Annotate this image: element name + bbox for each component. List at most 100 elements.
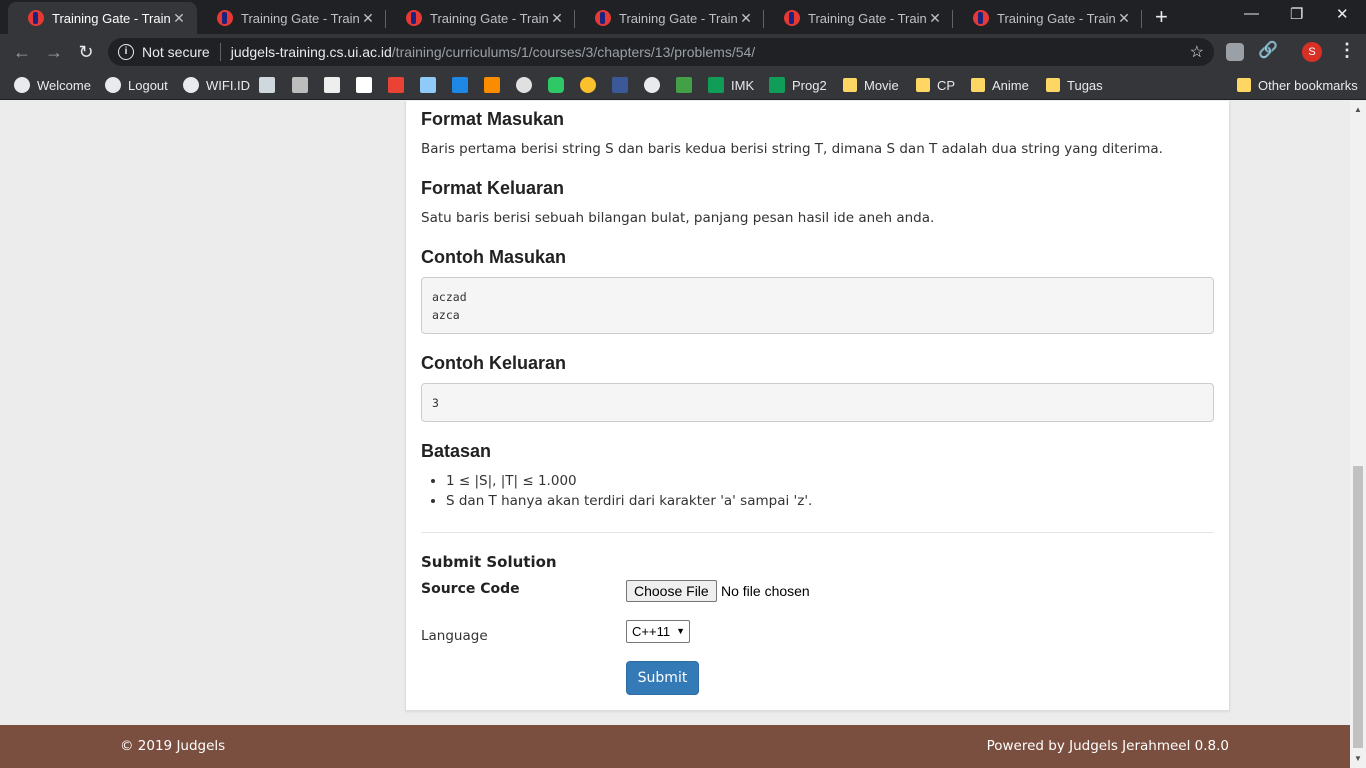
submit-heading: Submit Solution	[421, 553, 557, 571]
minimize-icon[interactable]: —	[1244, 5, 1259, 22]
browser-tab[interactable]: Training Gate - Training ✕	[197, 2, 386, 34]
bookmark-facebook[interactable]	[612, 76, 635, 94]
close-tab-icon[interactable]: ✕	[360, 10, 376, 27]
bookmark-label: WIFI.ID	[206, 77, 251, 93]
bookmark-site-6[interactable]	[420, 76, 443, 94]
footer-powered-by: Powered by Judgels Jerahmeel 0.8.0	[986, 738, 1229, 754]
restore-icon[interactable]: ❐	[1290, 5, 1303, 23]
menu-icon[interactable]: ⋮	[1338, 40, 1356, 61]
constraint-item: 1 ≤ |S|, |T| ≤ 1.000	[446, 471, 812, 491]
scroll-down-icon[interactable]: ▼	[1354, 754, 1362, 763]
folder-icon	[843, 78, 857, 92]
bookmark-site-7[interactable]	[452, 76, 475, 94]
link-extension-icon[interactable]: 🔗	[1258, 40, 1278, 59]
choose-file-button[interactable]: Choose File	[626, 580, 717, 602]
bookmark-hackerrank[interactable]	[548, 76, 571, 94]
scroll-up-icon[interactable]: ▲	[1354, 105, 1362, 114]
output-format-text: Satu baris berisi sebuah bilangan bulat,…	[421, 210, 935, 226]
code-icon	[676, 77, 692, 93]
close-tab-icon[interactable]: ✕	[1116, 10, 1132, 27]
tab-title: Training Gate - Training	[808, 10, 927, 26]
sheets-icon	[708, 77, 724, 93]
site-icon	[644, 77, 660, 93]
browser-tab[interactable]: Training Gate - Training ✕	[953, 2, 1142, 34]
tab-title: Training Gate - Training	[241, 10, 360, 26]
bookmark-folder-cp[interactable]: CP	[916, 76, 955, 94]
bookmark-site-13[interactable]	[644, 76, 667, 94]
site-favicon-icon	[973, 10, 989, 26]
info-icon[interactable]: i	[118, 44, 134, 60]
reload-icon[interactable]: ↻	[74, 40, 98, 64]
tab-title: Training Gate - Training	[997, 10, 1116, 26]
browser-toolbar: ← → ↻ i Not secure judgels-training.cs.u…	[0, 34, 1366, 70]
globe-icon	[105, 77, 121, 93]
bookmark-trophy[interactable]	[580, 76, 603, 94]
new-tab-button[interactable]: +	[1155, 6, 1168, 28]
forward-icon[interactable]: →	[42, 40, 66, 64]
bookmark-site-3[interactable]	[324, 76, 347, 94]
tab-title: Training Gate - Training	[430, 10, 549, 26]
language-label: Language	[421, 628, 488, 644]
site-icon	[420, 77, 436, 93]
bookmark-folder-tugas[interactable]: Tugas	[1046, 76, 1103, 94]
site-icon	[484, 77, 500, 93]
bookmark-label: Welcome	[37, 77, 91, 93]
bookmark-wifi[interactable]: WIFI.ID	[183, 76, 250, 94]
site-icon	[292, 77, 308, 93]
site-icon	[452, 77, 468, 93]
close-window-icon[interactable]: ✕	[1336, 5, 1349, 23]
folder-icon	[1046, 78, 1060, 92]
folder-icon	[916, 78, 930, 92]
scrollbar-thumb[interactable]	[1353, 466, 1363, 748]
close-tab-icon[interactable]: ✕	[549, 10, 565, 27]
bookmark-label: Prog2	[792, 77, 827, 93]
bookmark-prog2[interactable]: Prog2	[769, 76, 827, 94]
sheets-icon	[769, 77, 785, 93]
facebook-icon	[612, 77, 628, 93]
language-value: C++11	[632, 624, 671, 639]
browser-tab[interactable]: Training Gate - Training ✕	[764, 2, 953, 34]
folder-icon	[971, 78, 985, 92]
bookmark-medium[interactable]	[356, 76, 379, 94]
extension-chat-icon[interactable]	[1226, 43, 1244, 61]
bookmark-folder-movie[interactable]: Movie	[843, 76, 899, 94]
browser-tab[interactable]: Training Gate - Training ✕	[8, 2, 197, 34]
page-scrollbar[interactable]: ▲ ▼	[1350, 101, 1366, 768]
bookmark-gmail[interactable]	[388, 76, 411, 94]
site-favicon-icon	[784, 10, 800, 26]
bookmark-site-2[interactable]	[292, 76, 315, 94]
bookmark-del[interactable]	[259, 76, 282, 94]
back-icon[interactable]: ←	[10, 40, 34, 64]
bookmark-star-icon[interactable]: ☆	[1190, 42, 1204, 62]
bookmark-site-8[interactable]	[484, 76, 507, 94]
bookmark-imk[interactable]: IMK	[708, 76, 754, 94]
bookmark-label: Tugas	[1067, 77, 1103, 93]
constraints-list: 1 ≤ |S|, |T| ≤ 1.000 S dan T hanya akan …	[446, 471, 812, 511]
gmail-icon	[388, 77, 404, 93]
input-format-heading: Format Masukan	[421, 109, 565, 129]
browser-tab[interactable]: Training Gate - Training ✕	[386, 2, 575, 34]
bookmark-logout[interactable]: Logout	[105, 76, 168, 94]
bookmark-label: CP	[937, 77, 956, 93]
profile-avatar[interactable]: S	[1302, 42, 1322, 62]
close-tab-icon[interactable]: ✕	[927, 10, 943, 27]
browser-tab[interactable]: Training Gate - Training ✕	[575, 2, 764, 34]
close-tab-icon[interactable]: ✕	[171, 10, 187, 27]
bookmark-folder-other[interactable]: Other bookmarks	[1237, 76, 1358, 94]
medium-icon	[356, 77, 372, 93]
security-label: Not secure	[142, 44, 210, 60]
constraints-heading: Batasan	[421, 441, 492, 461]
site-favicon-icon	[28, 10, 44, 26]
bookmark-welcome[interactable]: Welcome	[14, 76, 91, 94]
bookmark-site-9[interactable]	[516, 76, 539, 94]
bookmark-folder-anime[interactable]: Anime	[971, 76, 1029, 94]
problem-panel: Format Masukan Baris pertama berisi stri…	[405, 101, 1230, 711]
address-bar[interactable]: i Not secure judgels-training.cs.ui.ac.i…	[108, 38, 1214, 66]
trophy-icon	[580, 77, 596, 93]
footer-copyright: © 2019 Judgels	[120, 738, 226, 754]
no-file-status: No file chosen	[721, 583, 810, 599]
submit-button[interactable]: Submit	[626, 661, 699, 695]
language-select[interactable]: C++11 ▼	[626, 620, 690, 643]
close-tab-icon[interactable]: ✕	[738, 10, 754, 27]
bookmark-code[interactable]	[676, 76, 699, 94]
